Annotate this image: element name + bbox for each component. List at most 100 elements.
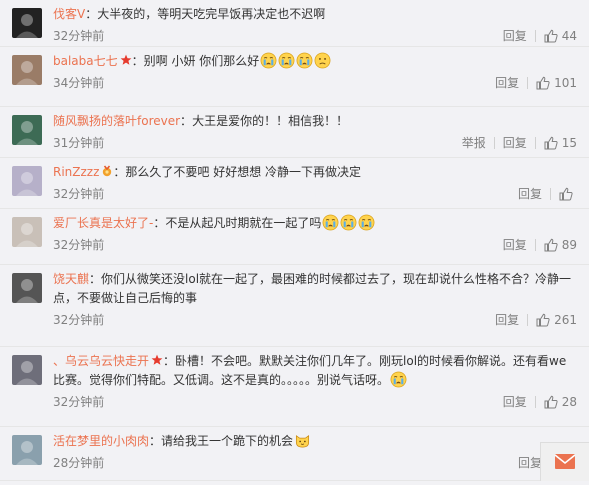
thumb-up-icon xyxy=(536,313,550,327)
colon-separator: ： xyxy=(180,114,192,128)
avatar[interactable] xyxy=(12,8,42,38)
comment-text: 请给我王一个跪下的机会 xyxy=(161,434,293,448)
comment-text-line: RinZzzz ：那么久了不要吧 好好想想 冷静一下再做决定 xyxy=(53,163,574,182)
like-button[interactable]: 28 xyxy=(544,395,577,409)
username-link[interactable]: balaba七七 xyxy=(53,54,118,68)
username-link[interactable]: 伐客V xyxy=(53,7,85,21)
reply-link[interactable]: 回复 xyxy=(518,187,542,201)
colon-separator: ： xyxy=(153,216,165,230)
avatar[interactable] xyxy=(12,355,42,385)
thumb-up-icon xyxy=(536,76,550,90)
comment-time: 28分钟前 xyxy=(53,456,104,470)
comment-text-line: balaba七七 ：别啊 小妍 你们那么好 xyxy=(53,52,574,71)
reply-link[interactable]: 回复 xyxy=(503,136,527,150)
avatar[interactable] xyxy=(12,166,42,196)
divider xyxy=(494,137,495,149)
like-button[interactable] xyxy=(559,187,577,201)
like-button[interactable]: 44 xyxy=(544,29,577,43)
avatar[interactable] xyxy=(12,273,42,303)
comment-list: 伐客V：大半夜的，等明天吃完早饭再决定也不迟啊32分钟前回复44balaba七七… xyxy=(0,0,589,481)
comment-time: 32分钟前 xyxy=(53,29,104,43)
thumb-up-icon xyxy=(544,29,558,43)
divider xyxy=(527,314,528,326)
divider xyxy=(550,188,551,200)
comment-time: 32分钟前 xyxy=(53,238,104,252)
comment-item: 、乌云乌云快走开：卧槽！不会吧。默默关注你们几年了。刚玩lol的时候看你解说。还… xyxy=(0,347,589,427)
like-count: 261 xyxy=(554,313,577,327)
comment-actions: 回复 xyxy=(518,187,577,201)
crying-emoji-icon xyxy=(358,214,375,231)
comment-text: 大半夜的，等明天吃完早饭再决定也不迟啊 xyxy=(97,7,325,21)
comment-text: 那么久了不要吧 好好想想 冷静一下再做决定 xyxy=(125,165,361,179)
comment-text-line: 活在梦里的小肉肉：请给我王一个跪下的机会 xyxy=(53,432,574,451)
reply-link[interactable]: 回复 xyxy=(503,395,527,409)
comment-item: balaba七七：别啊 小妍 你们那么好34分钟前回复101 xyxy=(0,47,589,107)
comment-text-line: 随风飘扬的落叶forever：大王是爱你的！！相信我！！ xyxy=(53,112,574,131)
comment-text-line: 爱厂长真是太好了-：不是从起凡时期就在一起了吗 xyxy=(53,214,574,233)
crying-emoji-icon xyxy=(296,52,313,69)
crying-emoji-icon xyxy=(340,214,357,231)
username-link[interactable]: 爱厂长真是太好了- xyxy=(53,216,153,230)
crying-emoji-icon xyxy=(322,214,339,231)
comment-time: 32分钟前 xyxy=(53,187,104,201)
medal-icon xyxy=(101,165,113,177)
divider xyxy=(535,239,536,251)
comment-text: 别啊 小妍 你们那么好 xyxy=(144,54,260,68)
avatar-image xyxy=(12,166,42,196)
colon-separator: ： xyxy=(113,165,125,179)
reply-link[interactable]: 回复 xyxy=(518,456,542,470)
username-link[interactable]: 随风飘扬的落叶forever xyxy=(53,114,180,128)
report-link[interactable]: 举报 xyxy=(462,136,486,150)
username-link[interactable]: 活在梦里的小肉肉 xyxy=(53,434,149,448)
avatar-image xyxy=(12,115,42,145)
like-count: 15 xyxy=(562,136,577,150)
avatar-image xyxy=(12,55,42,85)
thumb-up-icon xyxy=(544,395,558,409)
crying-emoji-icon xyxy=(260,52,277,69)
comment-item: 伐客V：大半夜的，等明天吃完早饭再决定也不迟啊 32分钟前 回复 44 xyxy=(0,0,589,47)
like-count: 89 xyxy=(562,238,577,252)
colon-separator: ： xyxy=(85,7,97,21)
thumb-up-icon xyxy=(559,187,573,201)
comment-actions: 回复 28 xyxy=(503,395,577,409)
avatar-image xyxy=(12,355,42,385)
vip-star-icon xyxy=(151,354,163,366)
username-link[interactable]: 、乌云乌云快走开 xyxy=(53,354,149,368)
comment-time: 31分钟前 xyxy=(53,136,104,150)
like-button[interactable]: 101 xyxy=(536,76,577,90)
username-link[interactable]: RinZzzz xyxy=(53,165,99,179)
reply-link[interactable]: 回复 xyxy=(503,238,527,252)
comment-actions: 回复 101 xyxy=(495,76,577,90)
like-button[interactable]: 15 xyxy=(544,136,577,150)
like-button[interactable]: 89 xyxy=(544,238,577,252)
avatar[interactable] xyxy=(12,115,42,145)
avatar[interactable] xyxy=(12,435,42,465)
comment-actions: 举报 回复 15 xyxy=(462,136,577,150)
divider xyxy=(527,77,528,89)
avatar[interactable] xyxy=(12,55,42,85)
reply-link[interactable]: 回复 xyxy=(495,313,519,327)
reply-link[interactable]: 回复 xyxy=(503,29,527,43)
colon-separator: ： xyxy=(89,272,101,286)
comment-time: 32分钟前 xyxy=(53,395,104,409)
username-link[interactable]: 饶天麒 xyxy=(53,272,89,286)
message-box-button[interactable] xyxy=(540,442,589,481)
divider xyxy=(535,30,536,42)
divider xyxy=(535,396,536,408)
reply-link[interactable]: 回复 xyxy=(495,76,519,90)
thumb-up-icon xyxy=(544,136,558,150)
like-button[interactable]: 261 xyxy=(536,313,577,327)
avatar-image xyxy=(12,8,42,38)
comment-text-line: 、乌云乌云快走开：卧槽！不会吧。默默关注你们几年了。刚玩lol的时候看你解说。还… xyxy=(53,352,574,390)
comment-item: 饶天麒：你们从微笑还没lol就在一起了，最困难的时候都过去了，现在却说什么性格不… xyxy=(0,265,589,347)
sad-emoji-icon xyxy=(314,52,331,69)
comment-item: 爱厂长真是太好了-：不是从起凡时期就在一起了吗 32分钟前 回复 89 xyxy=(0,209,589,265)
colon-separator: ： xyxy=(149,434,161,448)
thumb-up-icon xyxy=(544,238,558,252)
divider xyxy=(535,137,536,149)
colon-separator: ： xyxy=(132,54,144,68)
avatar[interactable] xyxy=(12,217,42,247)
colon-separator: ： xyxy=(163,354,175,368)
crying-emoji-icon xyxy=(390,371,407,388)
avatar-image xyxy=(12,273,42,303)
